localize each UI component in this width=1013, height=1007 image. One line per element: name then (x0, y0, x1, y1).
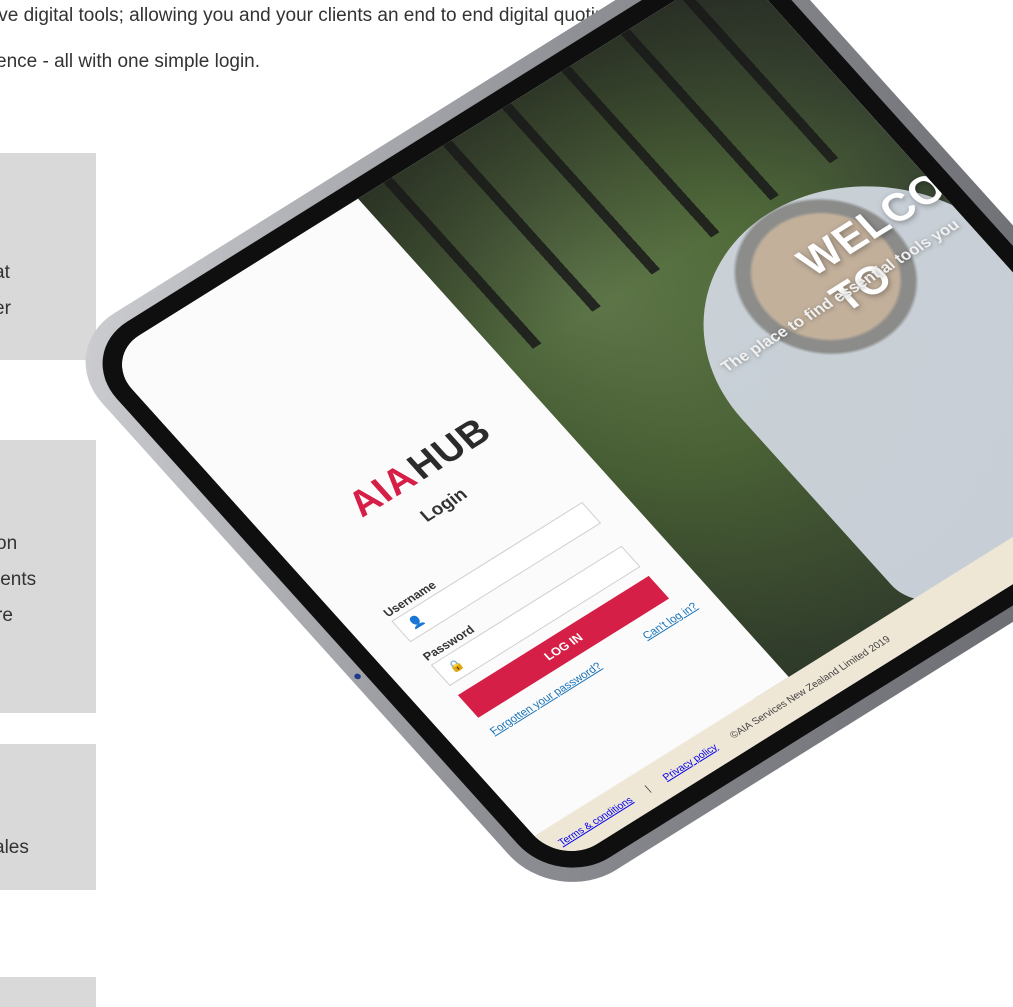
feature-card-2: on ients re (0, 440, 96, 713)
tablet-screen: WELCOME TO The place to find essential t… (103, 0, 1013, 867)
card-2-line-2: ients (0, 569, 37, 590)
card-2-line-1: on (0, 533, 18, 554)
footer-separator: | (643, 783, 653, 794)
feature-card-1: at er (0, 153, 96, 360)
feature-card-3: ales (0, 744, 96, 890)
feature-card-4 (0, 977, 96, 1007)
username-input[interactable]: 👤 (391, 501, 602, 643)
card-1-line-1: at (0, 262, 10, 283)
card-2-line-3: re (0, 605, 13, 626)
tablet-device: WELCOME TO The place to find essential t… (54, 0, 1013, 908)
lock-icon: 🔒 (444, 656, 467, 675)
card-3-line-1: ales (0, 837, 29, 858)
card-1-line-2: er (0, 298, 11, 319)
user-icon: 👤 (405, 612, 428, 632)
